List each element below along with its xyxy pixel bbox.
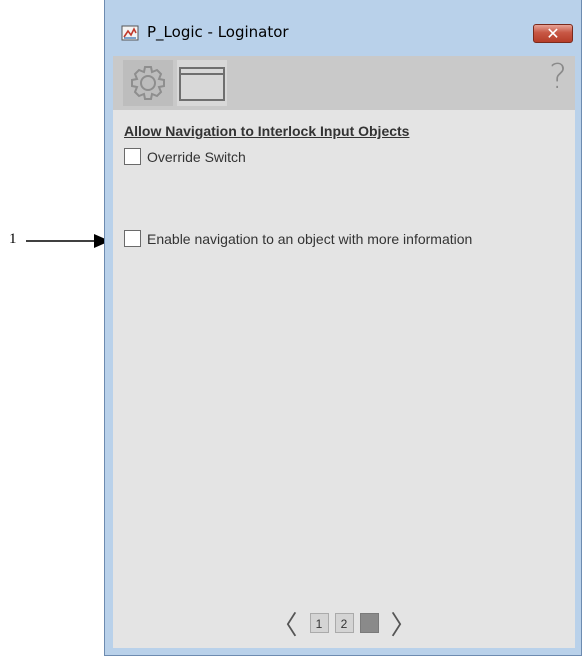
override-switch-label: Override Switch (147, 148, 246, 165)
toolbar: ? (113, 56, 575, 110)
callout-number: 1 (9, 231, 17, 247)
close-button[interactable]: ✕ (533, 24, 573, 43)
page-button-3[interactable]: 3 (359, 613, 379, 633)
gear-icon (131, 66, 165, 100)
section-title: Allow Navigation to Interlock Input Obje… (124, 123, 410, 139)
enable-navigation-checkbox[interactable] (124, 230, 141, 247)
next-page-icon[interactable]: 〉 (385, 605, 423, 642)
help-icon[interactable]: ? (549, 57, 567, 97)
page-button-1[interactable]: 1 (309, 613, 329, 633)
faceplate-client: ? Allow Navigation to Interlock Input Ob… (113, 56, 575, 648)
tab-configuration[interactable] (123, 60, 173, 106)
override-switch-checkbox[interactable] (124, 148, 141, 165)
enable-navigation-option[interactable]: Enable navigation to an object with more… (124, 230, 472, 247)
override-switch-option[interactable]: Override Switch (124, 148, 246, 165)
callout-annotation: 1 (0, 228, 120, 254)
page-button-2[interactable]: 2 (334, 613, 354, 633)
app-icon (121, 25, 139, 41)
window-icon (179, 67, 225, 101)
tab-display[interactable] (177, 60, 227, 106)
enable-navigation-label: Enable navigation to an object with more… (147, 230, 473, 247)
prev-page-icon[interactable]: 〈 (265, 605, 303, 642)
callout-arrow-icon (26, 234, 110, 248)
window-title: P_Logic - Loginator (147, 23, 289, 41)
close-icon: ✕ (546, 24, 560, 43)
title-bar: P_Logic - Loginator ✕ (113, 23, 581, 58)
page-navigator: 〈 1 2 3 〉 (113, 608, 575, 641)
faceplate-window: P_Logic - Loginator ✕ ? Allow Navigation… (104, 0, 582, 656)
